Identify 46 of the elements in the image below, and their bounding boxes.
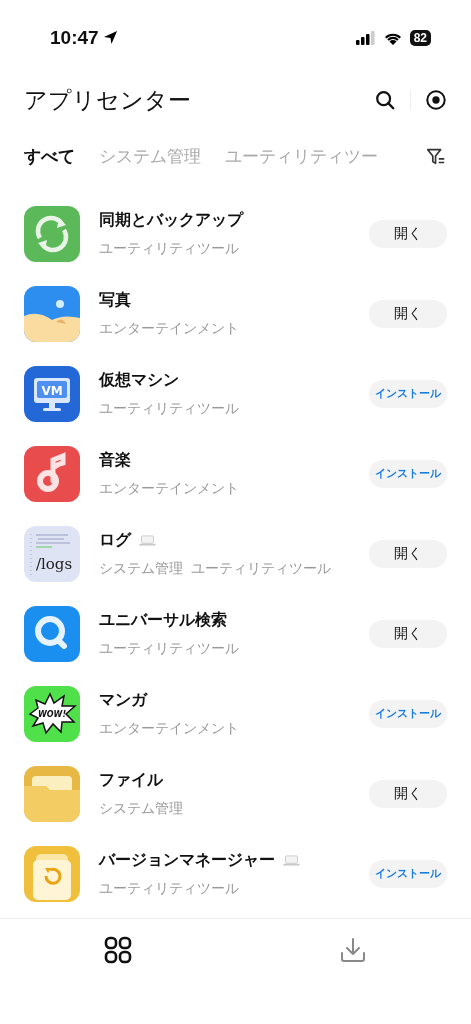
app-name: マンガ xyxy=(99,690,147,711)
music-note-icon[interactable] xyxy=(24,446,80,502)
install-button[interactable]: インストール xyxy=(369,380,447,408)
app-category: ユーティリティツール xyxy=(99,640,239,658)
app-name: 写真 xyxy=(99,290,131,311)
battery-indicator: 82 xyxy=(409,29,431,46)
app-name: ファイル xyxy=(99,770,163,791)
app-category: ユーティリティツール xyxy=(99,400,239,418)
download-icon[interactable] xyxy=(339,936,368,964)
install-button[interactable]: インストール xyxy=(369,700,447,728)
app-name: 同期とバックアップ xyxy=(99,210,243,231)
app-category: システム管理 xyxy=(99,800,183,818)
app-name: 仮想マシン xyxy=(99,370,179,391)
app-name: バージョンマネージャー xyxy=(99,850,275,871)
open-button[interactable]: 開く xyxy=(369,780,447,808)
comic-burst-icon[interactable]: WOW! xyxy=(24,686,80,742)
page-title: アプリセンター xyxy=(24,85,191,115)
folder-icon[interactable] xyxy=(24,766,80,822)
open-button[interactable]: 開く xyxy=(369,300,447,328)
magnifier-icon[interactable] xyxy=(24,606,80,662)
app-name: ログ xyxy=(99,530,131,551)
sync-icon[interactable] xyxy=(24,206,80,262)
open-button[interactable]: 開く xyxy=(369,540,447,568)
open-button[interactable]: 開く xyxy=(369,220,447,248)
app-name: ユニバーサル検索 xyxy=(99,610,227,631)
status-time: 10:47 xyxy=(50,26,99,49)
install-button[interactable]: インストール xyxy=(369,860,447,888)
location-arrow-icon xyxy=(102,30,118,45)
category-tab[interactable]: すべて xyxy=(24,145,75,168)
app-name: 音楽 xyxy=(99,450,131,471)
app-category: エンターテインメント xyxy=(99,480,239,498)
app-category: エンターテインメント xyxy=(99,720,239,738)
log-file-icon[interactable]: /logs xyxy=(24,526,80,582)
record-icon[interactable] xyxy=(425,89,447,111)
restore-icon[interactable] xyxy=(24,846,80,902)
app-category: ユーティリティツール xyxy=(191,560,331,578)
signal-icon xyxy=(355,30,376,45)
app-category: ユーティリティツール xyxy=(99,240,239,258)
landscape-icon[interactable] xyxy=(24,286,80,342)
search-icon[interactable] xyxy=(374,89,396,111)
app-category: システム管理 xyxy=(99,560,183,578)
app-category: ユーティリティツール xyxy=(99,880,239,898)
install-button[interactable]: インストール xyxy=(369,460,447,488)
app-category: エンターテインメント xyxy=(99,320,239,338)
open-button[interactable]: 開く xyxy=(369,620,447,648)
grid-icon[interactable] xyxy=(103,936,132,964)
